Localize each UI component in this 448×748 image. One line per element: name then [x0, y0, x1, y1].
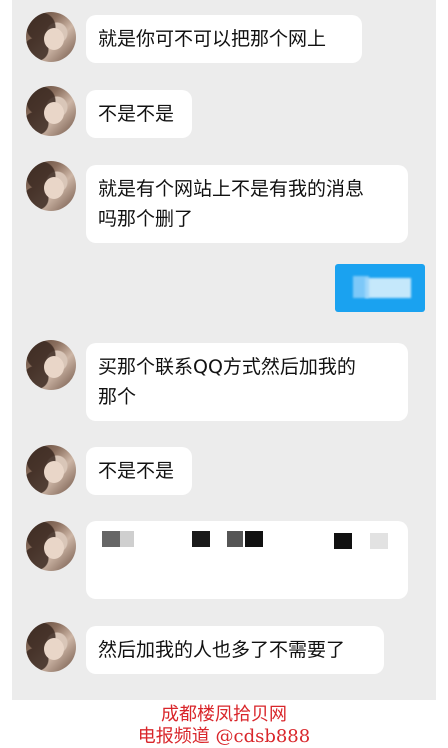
- avatar-face: [44, 28, 64, 50]
- redacted-block: [370, 533, 388, 549]
- sent-message-bubble[interactable]: [335, 264, 425, 312]
- avatar-face: [44, 638, 64, 660]
- received-message-bubble[interactable]: [86, 521, 408, 599]
- received-message-bubble[interactable]: 就是有个网站上不是有我的消息 吗那个删了: [86, 165, 408, 243]
- watermark-line-2: 电报频道 @cdsb888: [137, 726, 311, 747]
- redacted-block: [245, 531, 263, 547]
- received-message-bubble[interactable]: 就是你可不可以把那个网上: [86, 15, 362, 63]
- redacted-block: [120, 531, 134, 547]
- contact-avatar[interactable]: [26, 622, 76, 672]
- received-message-bubble[interactable]: 不是不是: [86, 90, 192, 138]
- redacted-block: [192, 531, 210, 547]
- avatar-face: [44, 461, 64, 483]
- avatar-face: [44, 102, 64, 124]
- received-message-bubble[interactable]: 不是不是: [86, 447, 192, 495]
- avatar-face: [44, 177, 64, 199]
- redacted-block: [102, 531, 120, 547]
- contact-avatar[interactable]: [26, 521, 76, 571]
- redacted-block: [334, 533, 352, 549]
- avatar-face: [44, 537, 64, 559]
- contact-avatar[interactable]: [26, 445, 76, 495]
- received-message-bubble[interactable]: 买那个联系QQ方式然后加我的 那个: [86, 343, 408, 421]
- redacted-block: [227, 531, 243, 547]
- contact-avatar[interactable]: [26, 12, 76, 62]
- received-message-bubble[interactable]: 然后加我的人也多了不需要了: [86, 626, 384, 674]
- contact-avatar[interactable]: [26, 161, 76, 211]
- avatar-face: [44, 356, 64, 378]
- redacted-content: [353, 276, 369, 298]
- redacted-content: [365, 278, 411, 298]
- contact-avatar[interactable]: [26, 340, 76, 390]
- contact-avatar[interactable]: [26, 86, 76, 136]
